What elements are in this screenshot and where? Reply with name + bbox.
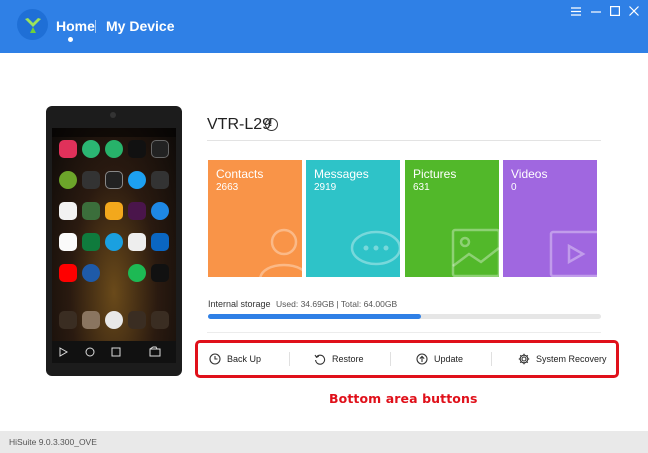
phone-screen xyxy=(52,128,176,363)
app-icon xyxy=(105,140,123,158)
app-icon xyxy=(128,171,146,189)
tile-pictures[interactable]: Pictures 631 xyxy=(405,160,499,277)
divider xyxy=(207,140,601,141)
app-icon xyxy=(82,233,100,251)
app-icon xyxy=(82,140,100,158)
restore-icon xyxy=(314,354,326,365)
app-icon xyxy=(59,233,77,251)
phone-nav-bar xyxy=(52,341,176,363)
phone-image xyxy=(46,106,182,376)
close-icon[interactable] xyxy=(627,4,641,18)
tile-count: 2663 xyxy=(216,182,239,193)
system-recovery-label: System Recovery xyxy=(536,354,607,364)
app-icon xyxy=(151,202,169,220)
app-icon xyxy=(151,171,169,189)
app-icon xyxy=(59,264,77,282)
app-icon xyxy=(128,140,146,158)
app-icon xyxy=(151,264,169,282)
button-separator xyxy=(491,352,492,366)
app-icon xyxy=(59,140,77,158)
app-icon xyxy=(82,264,100,282)
phone-camera xyxy=(110,112,116,118)
annotation-label: Bottom area buttons xyxy=(329,391,478,406)
app-icon xyxy=(105,311,123,329)
pictures-icon xyxy=(451,228,499,277)
app-icon xyxy=(82,311,100,329)
gear-icon xyxy=(518,353,530,365)
backup-label: Back Up xyxy=(227,354,262,364)
app-icon xyxy=(82,171,100,189)
app-icon xyxy=(151,140,169,158)
app-icon xyxy=(151,233,169,251)
app-icon xyxy=(128,233,146,251)
tile-videos[interactable]: Videos 0 xyxy=(503,160,597,277)
menu-icon[interactable] xyxy=(569,4,583,18)
messages-icon xyxy=(350,230,400,266)
info-icon[interactable] xyxy=(265,118,278,131)
tile-messages[interactable]: Messages 2919 xyxy=(306,160,400,277)
nav-my-device[interactable]: My Device xyxy=(106,18,174,34)
storage-progress-bar xyxy=(208,314,601,319)
tile-label: Messages xyxy=(314,167,369,181)
divider xyxy=(207,332,601,333)
tile-count: 0 xyxy=(511,182,517,193)
app-icon xyxy=(105,171,123,189)
app-icon xyxy=(128,202,146,220)
tile-label: Pictures xyxy=(413,167,457,181)
app-icon xyxy=(82,202,100,220)
tile-label: Contacts xyxy=(216,167,264,181)
title-bar: Home My Device xyxy=(0,0,648,53)
app-icon xyxy=(59,311,77,329)
app-icon xyxy=(105,233,123,251)
app-icon xyxy=(151,311,169,329)
app-icon xyxy=(128,264,146,282)
storage-label: Internal storage xyxy=(208,299,271,309)
system-recovery-button[interactable]: System Recovery xyxy=(518,350,607,368)
update-label: Update xyxy=(434,354,464,364)
tile-label: Videos xyxy=(511,167,548,181)
nav-active-indicator xyxy=(68,37,73,42)
storage-progress-fill xyxy=(208,314,421,319)
storage-used-text: Used: 34.69GB | Total: 64.00GB xyxy=(276,299,398,309)
update-button[interactable]: Update xyxy=(416,350,463,368)
videos-icon xyxy=(549,230,597,277)
contacts-icon xyxy=(259,228,302,277)
footer-bar: HiSuite 9.0.3.300_OVE xyxy=(0,431,648,453)
restore-label: Restore xyxy=(332,354,364,364)
app-icon xyxy=(59,171,77,189)
update-icon xyxy=(416,353,428,365)
device-model: VTR-L29 xyxy=(207,116,272,133)
restore-button[interactable]: Restore xyxy=(314,350,364,368)
tile-count: 631 xyxy=(413,182,430,193)
hisuite-logo-icon xyxy=(17,9,48,40)
app-icon xyxy=(59,202,77,220)
nav-separator xyxy=(95,20,96,33)
tile-contacts[interactable]: Contacts 2663 xyxy=(208,160,302,277)
tile-count: 2919 xyxy=(314,182,337,193)
backup-icon xyxy=(209,353,221,365)
minimize-icon[interactable] xyxy=(589,4,603,18)
button-separator xyxy=(289,352,290,366)
button-separator xyxy=(390,352,391,366)
maximize-icon[interactable] xyxy=(608,4,622,18)
backup-button[interactable]: Back Up xyxy=(209,350,261,368)
phone-status-bar xyxy=(52,128,176,137)
app-icon xyxy=(105,202,123,220)
version-text: HiSuite 9.0.3.300_OVE xyxy=(9,437,97,447)
app-icon xyxy=(128,311,146,329)
nav-home[interactable]: Home xyxy=(56,18,95,34)
